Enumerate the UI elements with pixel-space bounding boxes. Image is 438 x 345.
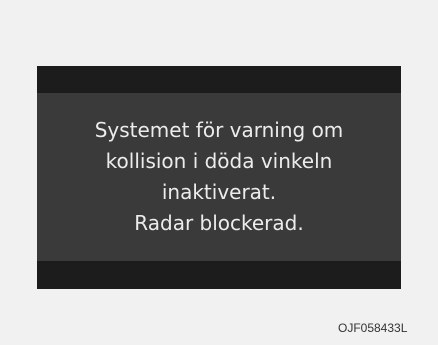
display-bottom-band: [37, 261, 401, 289]
message-line-4: Radar blockerad.: [134, 211, 304, 235]
warning-message: Systemet för varning om kollision i döda…: [37, 93, 401, 261]
message-line-2: kollision i döda vinkeln: [105, 149, 333, 173]
message-line-1: Systemet för varning om: [94, 118, 344, 142]
figure-code: OJF058433L: [338, 321, 408, 335]
cluster-display: Systemet för varning om kollision i döda…: [37, 66, 401, 289]
display-top-band: [37, 66, 401, 93]
message-line-3: inaktiverat.: [161, 180, 277, 204]
